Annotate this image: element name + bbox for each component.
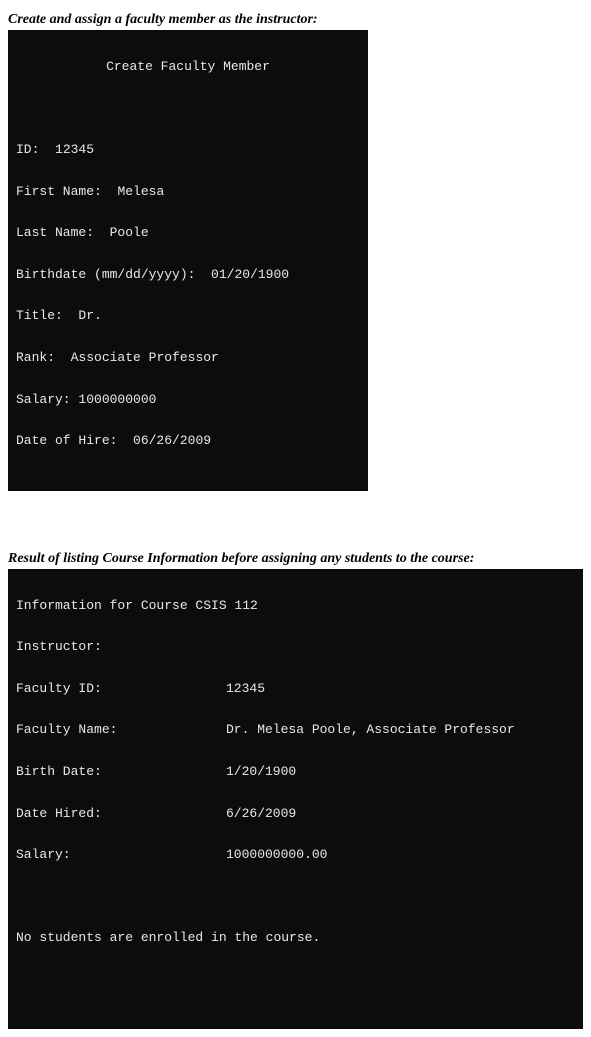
faculty-id-label: Faculty ID: — [16, 679, 226, 700]
hire-label: Date of Hire: — [16, 433, 117, 448]
field-title: Title: Dr. — [16, 306, 360, 327]
faculty-name-value: Dr. Melesa Poole, Associate Professor — [226, 720, 515, 741]
row-faculty-name: Faculty Name:Dr. Melesa Poole, Associate… — [16, 720, 575, 741]
row-salary: Salary:1000000000.00 — [16, 845, 575, 866]
no-students-message: No students are enrolled in the course. — [16, 928, 575, 949]
row-date-hired: Date Hired:6/26/2009 — [16, 804, 575, 825]
hire-value: 06/26/2009 — [133, 433, 211, 448]
title-label: Title: — [16, 308, 63, 323]
first-name-label: First Name: — [16, 184, 102, 199]
last-name-value: Poole — [110, 225, 149, 240]
faculty-name-label: Faculty Name: — [16, 720, 226, 741]
id-label: ID: — [16, 142, 39, 157]
salary-label: Salary: — [16, 392, 71, 407]
caption-course-info: Result of listing Course Information bef… — [8, 551, 583, 567]
title-value: Dr. — [78, 308, 101, 323]
course-header: Information for Course CSIS 112 — [16, 596, 575, 617]
salary-out-value: 1000000000.00 — [226, 845, 327, 866]
rank-value: Associate Professor — [71, 350, 219, 365]
faculty-id-value: 12345 — [226, 679, 265, 700]
field-salary: Salary: 1000000000 — [16, 390, 360, 411]
first-name-value: Melesa — [117, 184, 164, 199]
instructor-label: Instructor: — [16, 637, 575, 658]
field-last-name: Last Name: Poole — [16, 223, 360, 244]
field-hire-date: Date of Hire: 06/26/2009 — [16, 431, 360, 452]
caption-create-faculty: Create and assign a faculty member as th… — [8, 12, 583, 28]
id-value: 12345 — [55, 142, 94, 157]
date-hired-label: Date Hired: — [16, 804, 226, 825]
date-hired-value: 6/26/2009 — [226, 804, 296, 825]
birth-date-value: 1/20/1900 — [226, 762, 296, 783]
row-faculty-id: Faculty ID:12345 — [16, 679, 575, 700]
salary-out-label: Salary: — [16, 845, 226, 866]
rank-label: Rank: — [16, 350, 55, 365]
field-birthdate: Birthdate (mm/dd/yyyy): 01/20/1900 — [16, 265, 360, 286]
birthdate-label: Birthdate (mm/dd/yyyy): — [16, 267, 195, 282]
terminal-course-info: Information for Course CSIS 112 Instruct… — [8, 569, 583, 1030]
field-first-name: First Name: Melesa — [16, 182, 360, 203]
salary-value: 1000000000 — [78, 392, 156, 407]
last-name-label: Last Name: — [16, 225, 94, 240]
field-rank: Rank: Associate Professor — [16, 348, 360, 369]
birth-date-label: Birth Date: — [16, 762, 226, 783]
field-id: ID: 12345 — [16, 140, 360, 161]
terminal-create-faculty: Create Faculty Member ID: 12345 First Na… — [8, 30, 368, 491]
birthdate-value: 01/20/1900 — [211, 267, 289, 282]
terminal-title: Create Faculty Member — [16, 57, 360, 78]
row-birth-date: Birth Date:1/20/1900 — [16, 762, 575, 783]
